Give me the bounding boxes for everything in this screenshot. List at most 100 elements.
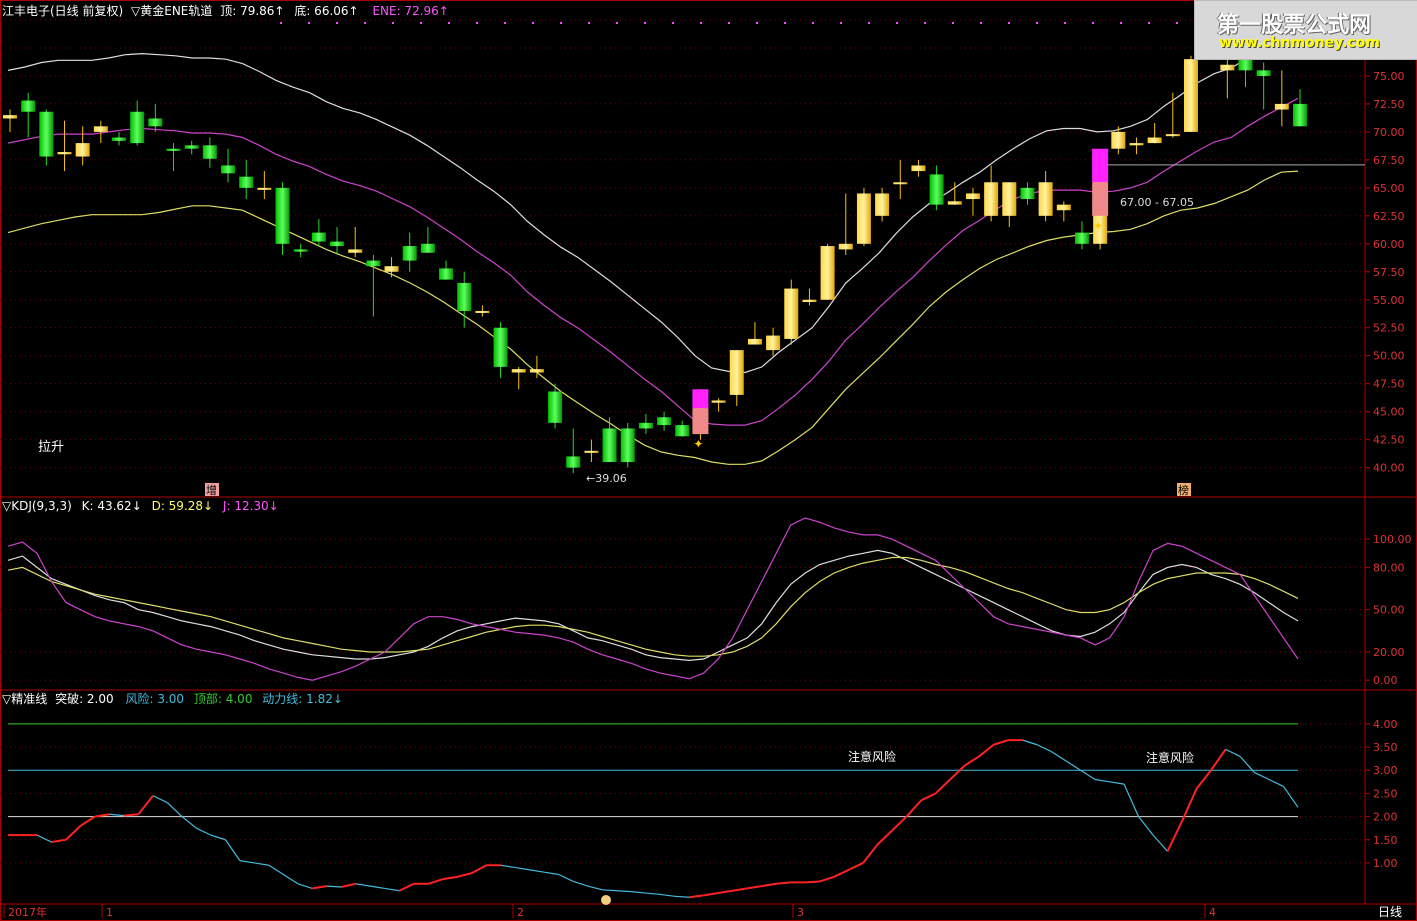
- period-label[interactable]: 日线: [1378, 905, 1402, 919]
- candle-body[interactable]: [39, 111, 54, 157]
- candle-body[interactable]: [293, 249, 308, 252]
- candle-body[interactable]: [384, 266, 399, 272]
- candle-body[interactable]: [602, 428, 617, 463]
- candle-body[interactable]: [1111, 131, 1126, 149]
- power-line-segment: [1036, 744, 1052, 753]
- candle-body[interactable]: [1056, 204, 1071, 211]
- power-line-segment: [1022, 739, 1038, 746]
- candle-body[interactable]: [1129, 143, 1144, 146]
- signal-bar-top: [1092, 148, 1109, 183]
- candle-body[interactable]: [529, 369, 544, 373]
- candle-body[interactable]: [221, 165, 236, 174]
- candle-body[interactable]: [184, 145, 199, 149]
- candle-body[interactable]: [21, 100, 36, 112]
- kdj-panel[interactable]: [0, 517, 1365, 681]
- y-tick-label: 67.50: [1373, 154, 1405, 167]
- y-tick-label: 47.50: [1373, 378, 1405, 391]
- candle-body[interactable]: [1274, 103, 1289, 110]
- candle-body[interactable]: [802, 299, 817, 302]
- power-line-segment: [1051, 751, 1067, 762]
- candle-body[interactable]: [875, 193, 890, 216]
- candle-body[interactable]: [893, 182, 908, 185]
- candle-body[interactable]: [1238, 59, 1253, 71]
- candle-body[interactable]: [1256, 70, 1271, 76]
- candle-body[interactable]: [511, 369, 526, 373]
- power-line-segment: [384, 887, 400, 892]
- y-tick-label: 72.50: [1373, 98, 1405, 111]
- candle-body[interactable]: [1002, 182, 1017, 216]
- candle-body[interactable]: [439, 268, 454, 280]
- power-line-segment: [660, 893, 675, 897]
- candle-body[interactable]: [257, 187, 272, 190]
- power-line-segment: [689, 894, 704, 899]
- candle-body[interactable]: [711, 400, 726, 403]
- candle-body[interactable]: [202, 145, 217, 159]
- top-dot: [1120, 22, 1122, 24]
- candle-body[interactable]: [112, 137, 127, 141]
- candle-body[interactable]: [838, 243, 853, 250]
- power-line-segment: [558, 873, 574, 883]
- candle-body[interactable]: [93, 126, 108, 132]
- candle-body[interactable]: [1074, 232, 1089, 244]
- candle-body[interactable]: [1220, 64, 1235, 71]
- y-tick-label: 70.00: [1373, 126, 1405, 139]
- candle-body[interactable]: [729, 350, 744, 395]
- outer-frame: [0, 0, 1417, 921]
- candle-body[interactable]: [457, 282, 472, 311]
- price-panel[interactable]: ✦✦: [0, 19, 1374, 474]
- candle-body[interactable]: [965, 193, 980, 200]
- candle-body[interactable]: [348, 249, 363, 253]
- y-tick-label: 50.00: [1373, 604, 1405, 617]
- candle-body[interactable]: [420, 243, 435, 253]
- y-tick-label: 62.50: [1373, 210, 1405, 223]
- candle-body[interactable]: [548, 391, 563, 423]
- power-line-segment: [312, 885, 328, 890]
- candle-body[interactable]: [766, 335, 781, 351]
- top-dot: [448, 22, 450, 24]
- candle-body[interactable]: [475, 310, 490, 313]
- butterfly-icon: ✦: [1093, 219, 1103, 233]
- candle-body[interactable]: [166, 148, 181, 151]
- top-dot: [784, 22, 786, 24]
- candle-body[interactable]: [75, 143, 90, 157]
- candle-body[interactable]: [1183, 59, 1198, 132]
- candle-body[interactable]: [984, 182, 999, 216]
- candle-body[interactable]: [3, 115, 17, 119]
- candle-body[interactable]: [947, 201, 962, 205]
- risk-warning-2: 注意风险: [1146, 750, 1194, 765]
- y-tick-label: 75.00: [1373, 70, 1405, 83]
- candle-body[interactable]: [1020, 187, 1035, 200]
- candle-body[interactable]: [820, 246, 835, 300]
- candle-body[interactable]: [311, 232, 326, 242]
- candle-body[interactable]: [148, 118, 163, 127]
- candle-body[interactable]: [638, 422, 653, 429]
- candle-body[interactable]: [1038, 182, 1053, 216]
- candle-body[interactable]: [57, 152, 72, 155]
- candle-body[interactable]: [239, 176, 254, 188]
- candle-body[interactable]: [402, 246, 417, 261]
- candle-body[interactable]: [1165, 134, 1180, 137]
- candle-body[interactable]: [566, 456, 581, 468]
- candle-body[interactable]: [675, 425, 690, 437]
- top-dot: [644, 22, 646, 24]
- chart-canvas[interactable]: 40.0042.5045.0047.5050.0052.5055.0057.50…: [0, 0, 1417, 921]
- candle-body[interactable]: [747, 338, 762, 345]
- candle-body[interactable]: [620, 428, 635, 463]
- y-tick-label: 3.00: [1373, 764, 1398, 777]
- candle-body[interactable]: [275, 187, 290, 244]
- power-line-segment: [761, 882, 777, 888]
- candle-body[interactable]: [911, 165, 926, 172]
- candle-body[interactable]: [330, 241, 345, 247]
- candle-body[interactable]: [1293, 103, 1307, 127]
- candle-body[interactable]: [584, 450, 599, 453]
- candle-body[interactable]: [1147, 137, 1162, 144]
- candle-body[interactable]: [493, 327, 508, 367]
- candle-body[interactable]: [929, 174, 944, 205]
- candle-body[interactable]: [856, 193, 871, 244]
- candle-body[interactable]: [657, 417, 672, 426]
- candle-body[interactable]: [366, 260, 381, 267]
- top-dot: [364, 22, 366, 24]
- candle-body[interactable]: [784, 288, 799, 339]
- candle-body[interactable]: [130, 111, 145, 144]
- top-dot: [952, 22, 954, 24]
